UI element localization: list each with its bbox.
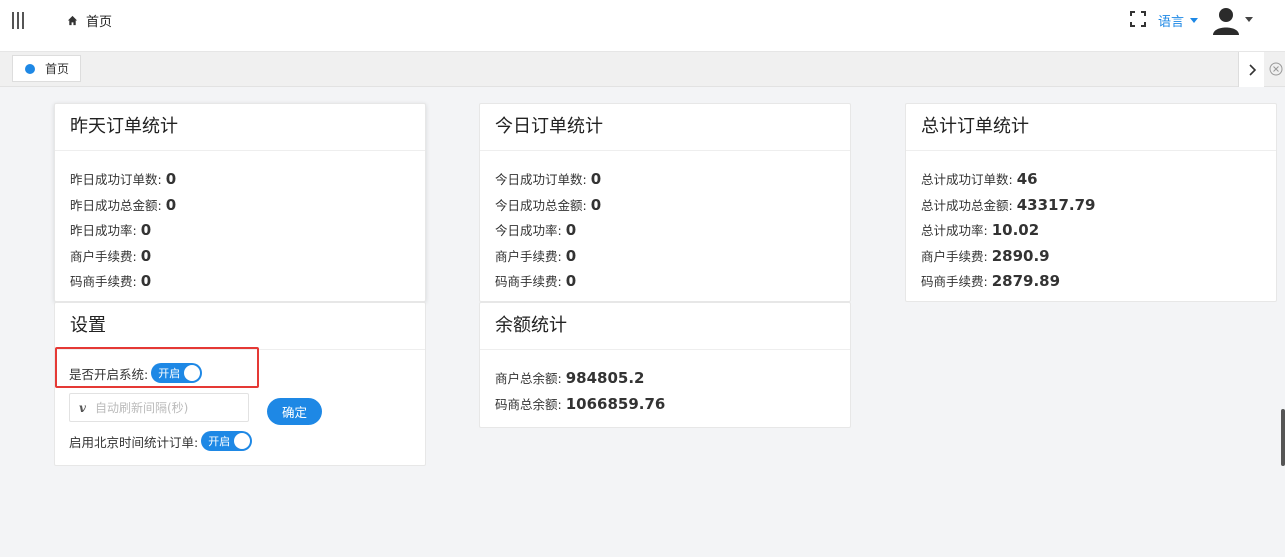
avatar-icon[interactable] xyxy=(1211,5,1241,35)
breadcrumb: 首页 xyxy=(67,11,112,30)
total-stats-card: 总计订单统计 总计成功订单数: 46 总计成功总金额: 43317.79 总计成功率… xyxy=(905,103,1277,302)
card-title: 余额统计 xyxy=(480,303,850,350)
home-icon xyxy=(67,15,78,26)
refresh-interval-input[interactable] xyxy=(94,400,235,415)
tabs-bar: 首页 xyxy=(0,52,1285,87)
beijing-time-label: 启用北京时间统计订单: xyxy=(69,434,199,450)
stat-value: 0 xyxy=(590,170,602,188)
stat-value: 43317.79 xyxy=(1016,195,1096,214)
yesterday-stats-card: 昨天订单统计 昨日成功订单数: 0 昨日成功总金额: 0 昨日成功率: 0 商户手续费… xyxy=(54,103,426,302)
stat-row: 昨日成功率: 0 xyxy=(70,221,152,239)
toggle-label: 开启 xyxy=(208,435,231,448)
beijing-time-toggle[interactable]: 开启 xyxy=(201,431,253,451)
active-dot-icon xyxy=(25,63,35,74)
stat-row: 商户手续费: 0 xyxy=(495,246,577,265)
stat-value: 0 xyxy=(165,170,177,188)
stat-value: 0 xyxy=(565,272,577,290)
stat-value: 0 xyxy=(590,195,602,214)
breadcrumb-home[interactable]: 首页 xyxy=(86,11,112,30)
stat-row: 今日成功率: 0 xyxy=(495,221,577,239)
stat-value: 0 xyxy=(140,272,152,290)
stat-row: 码商手续费: 0 xyxy=(495,272,577,290)
stat-value: 2890.9 xyxy=(991,246,1050,265)
stat-value: 0 xyxy=(565,221,577,239)
fullscreen-icon[interactable] xyxy=(1130,11,1146,27)
confirm-button[interactable]: 确定 xyxy=(267,398,322,425)
toggle-knob xyxy=(234,433,251,449)
chevron-down-icon xyxy=(1190,18,1199,23)
stat-value: 1066859.76 xyxy=(565,394,666,413)
card-title: 总计订单统计 xyxy=(906,104,1276,151)
refresh-interval-field[interactable]: v xyxy=(69,393,249,422)
avatar-chevron-down-icon[interactable] xyxy=(1245,17,1253,22)
close-tabs-icon[interactable] xyxy=(1267,60,1285,78)
stat-row: 昨日成功订单数: 0 xyxy=(70,170,177,188)
stat-row: 总计成功总金额: 43317.79 xyxy=(921,195,1096,214)
stat-row: 昨日成功总金额: 0 xyxy=(70,195,177,214)
menu-toggle-icon[interactable] xyxy=(12,12,28,30)
language-dropdown[interactable]: 语言 xyxy=(1158,11,1199,30)
language-label: 语言 xyxy=(1158,15,1185,30)
card-title: 昨天订单统计 xyxy=(55,104,425,151)
chevron-right-icon xyxy=(1248,63,1256,76)
tab-home-label: 首页 xyxy=(45,62,70,76)
stat-value: 0 xyxy=(165,195,177,214)
stat-value: 0 xyxy=(565,246,577,265)
v-icon: v xyxy=(79,400,86,415)
stat-row: 今日成功总金额: 0 xyxy=(495,195,602,214)
balance-stats-card: 余额统计 商户总余额: 984805.2 码商总余额: 1066859.76 xyxy=(479,302,851,428)
card-title: 今日订单统计 xyxy=(480,104,850,151)
top-header: 首页 语言 xyxy=(0,0,1285,52)
beijing-time-row: 启用北京时间统计订单: 开启 xyxy=(69,431,253,451)
highlight-box xyxy=(55,347,259,388)
card-title: 设置 xyxy=(55,303,425,350)
today-stats-card: 今日订单统计 今日成功订单数: 0 今日成功总金额: 0 今日成功率: 0 商户手续费… xyxy=(479,103,851,302)
stat-value: 0 xyxy=(140,221,152,239)
side-drawer-handle[interactable] xyxy=(1281,409,1285,466)
stat-row: 今日成功订单数: 0 xyxy=(495,170,602,188)
tab-home[interactable]: 首页 xyxy=(12,55,82,82)
stat-row: 码商总余额: 1066859.76 xyxy=(495,394,666,413)
stat-row: 总计成功率: 10.02 xyxy=(921,221,1040,239)
tabs-scroll-right-button[interactable] xyxy=(1238,52,1264,87)
stat-row: 商户总余额: 984805.2 xyxy=(495,369,645,387)
stat-value: 10.02 xyxy=(991,221,1040,239)
stat-value: 2879.89 xyxy=(991,272,1061,290)
stat-value: 46 xyxy=(1016,170,1038,188)
stat-value: 0 xyxy=(140,246,152,265)
stat-row: 商户手续费: 0 xyxy=(70,246,152,265)
stat-row: 商户手续费: 2890.9 xyxy=(921,246,1050,265)
stat-row: 码商手续费: 0 xyxy=(70,272,152,290)
stat-row: 码商手续费: 2879.89 xyxy=(921,272,1061,290)
stat-value: 984805.2 xyxy=(565,369,645,387)
stat-row: 总计成功订单数: 46 xyxy=(921,170,1038,188)
